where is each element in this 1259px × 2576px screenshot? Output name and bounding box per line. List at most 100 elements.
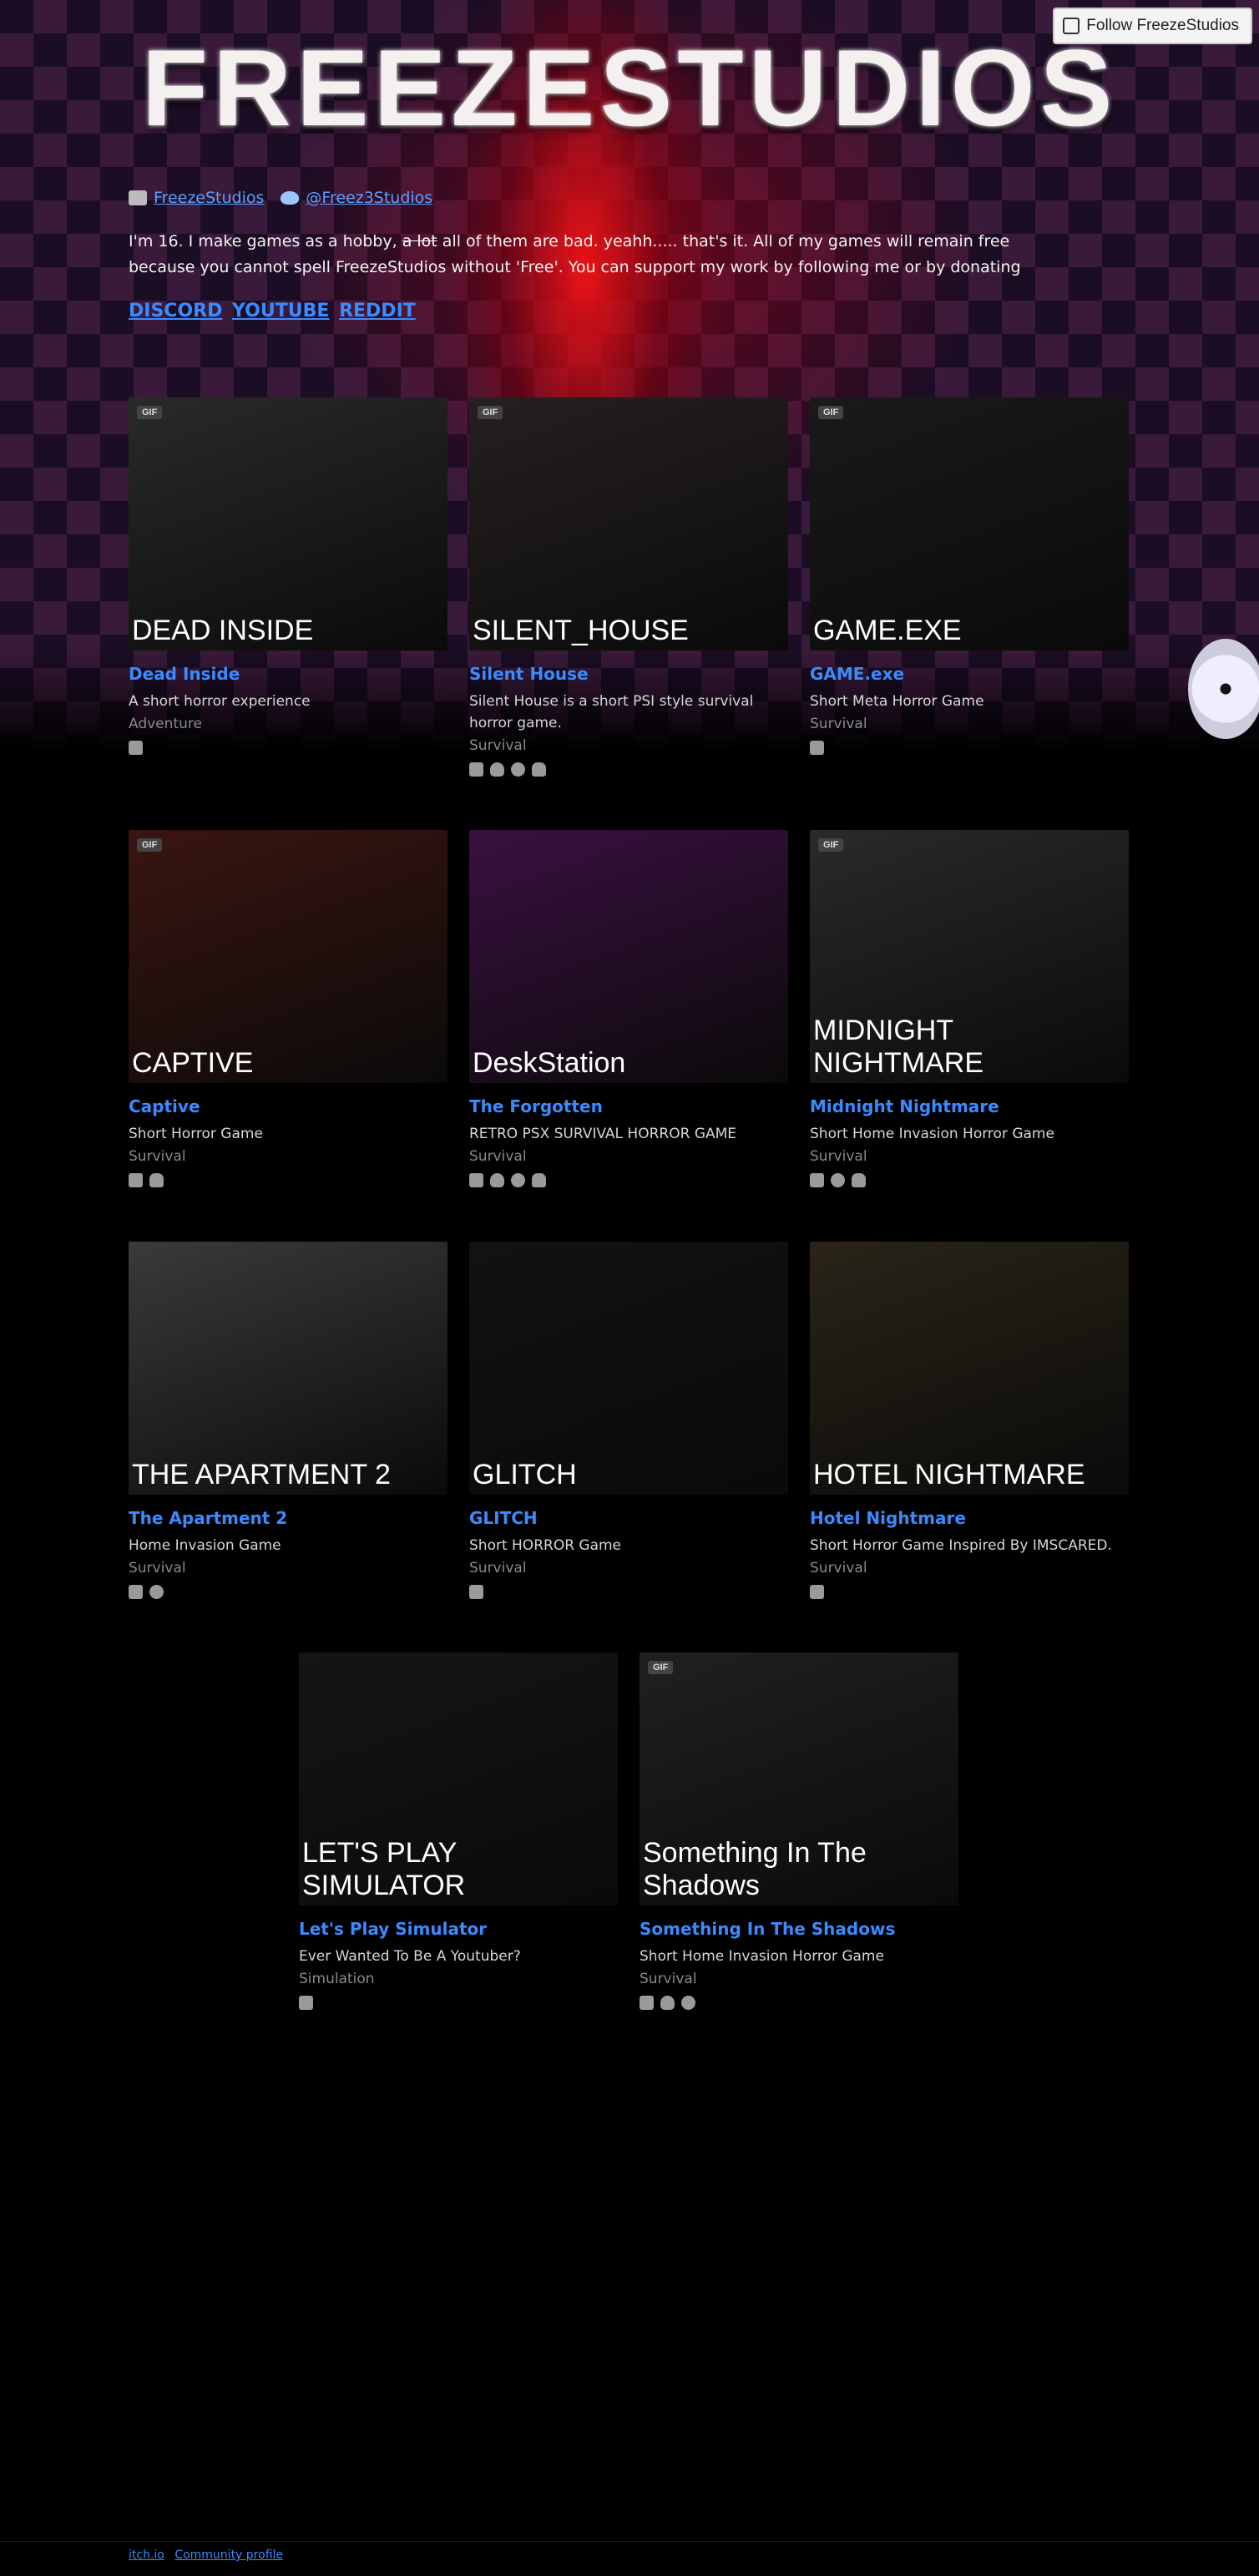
- thumbnail-title-art: GAME.EXE: [813, 615, 962, 646]
- bio-strike: a lot: [402, 232, 437, 251]
- game-thumbnail[interactable]: GLITCH: [469, 1242, 788, 1495]
- game-title-link[interactable]: Silent House: [469, 664, 788, 684]
- game-thumbnail[interactable]: GIF GAME.EXE: [810, 397, 1129, 650]
- game-card[interactable]: GIF DEAD INSIDE Dead Inside A short horror …: [129, 397, 447, 755]
- game-description: Short HORROR Game: [469, 1537, 622, 1554]
- game-title-link[interactable]: GLITCH: [469, 1508, 788, 1528]
- game-card[interactable]: GIF GAME.EXE GAME.exe Short Meta Horror Gam…: [810, 397, 1129, 755]
- platform-icons: [810, 1585, 1129, 1599]
- itch-link-label: FreezeStudios: [154, 189, 265, 207]
- windows-icon: [469, 1585, 483, 1599]
- game-genre: Adventure: [129, 716, 202, 732]
- platform-icons: [810, 1173, 1129, 1187]
- itch-profile-link[interactable]: FreezeStudios: [129, 189, 264, 207]
- game-description: Short Horror Game: [129, 1126, 263, 1142]
- windows-icon: [640, 1996, 654, 2010]
- game-description: Short Home Invasion Horror Game: [640, 1948, 884, 1965]
- gif-badge: GIF: [818, 838, 844, 852]
- game-thumbnail[interactable]: DeskStation: [469, 830, 788, 1083]
- banner-title: FREEZESTUDIOS: [141, 27, 1118, 149]
- game-description: Home Invasion Game: [129, 1537, 281, 1554]
- bio-part: I'm 16. I make games as a hobby,: [129, 232, 397, 251]
- game-thumbnail[interactable]: GIF CAPTIVE: [129, 830, 447, 1083]
- thumbnail-title-art: THE APARTMENT 2: [132, 1459, 391, 1490]
- twitter-icon: [281, 191, 300, 205]
- itch-footer-link[interactable]: itch.io: [129, 2548, 164, 2562]
- game-title-link[interactable]: Midnight Nightmare: [810, 1096, 1129, 1116]
- game-genre: Survival: [810, 1148, 867, 1165]
- game-title-link[interactable]: The Forgotten: [469, 1096, 788, 1116]
- windows-icon: [129, 1173, 143, 1187]
- game-genre: Survival: [129, 1560, 186, 1576]
- game-description: Short Horror Game Inspired By IMSCARED.: [810, 1537, 1112, 1554]
- linux-icon: [490, 762, 504, 777]
- thumbnail-title-art: Something In The Shadows: [643, 1837, 867, 1901]
- thumbnail-title-art: DEAD INSIDE: [132, 615, 314, 646]
- game-title-link[interactable]: Captive: [129, 1096, 447, 1116]
- site-links: DISCORD YOUTUBE REDDIT: [129, 301, 1130, 321]
- android-icon: [852, 1173, 866, 1187]
- game-genre: Simulation: [299, 1971, 375, 1987]
- windows-icon: [129, 741, 143, 755]
- mac-icon: [831, 1173, 845, 1187]
- discord-link[interactable]: DISCORD: [129, 301, 222, 321]
- game-card[interactable]: DeskStation The Forgotten RETRO PSX SURVIV…: [469, 830, 788, 1187]
- platform-icons: [299, 1996, 618, 2010]
- thumbnail-title-art: CAPTIVE: [132, 1047, 254, 1079]
- game-card[interactable]: GIF MIDNIGHT NIGHTMARE Midnight Nightmare S…: [810, 830, 1129, 1187]
- game-card[interactable]: THE APARTMENT 2 The Apartment 2 Home Invas…: [129, 1242, 447, 1599]
- community-profile-link[interactable]: Community profile: [174, 2548, 283, 2562]
- game-title-link[interactable]: Hotel Nightmare: [810, 1508, 1129, 1528]
- reddit-link[interactable]: REDDIT: [339, 301, 416, 321]
- gif-badge: GIF: [137, 406, 163, 419]
- game-description: Short Meta Horror Game: [810, 693, 984, 710]
- game-title-link[interactable]: Let's Play Simulator: [299, 1919, 618, 1939]
- game-title-link[interactable]: The Apartment 2: [129, 1508, 447, 1528]
- game-thumbnail[interactable]: LET'S PLAY SIMULATOR: [299, 1652, 618, 1905]
- twitter-link-label: @Freez3Studios: [306, 189, 433, 207]
- mac-icon: [511, 1173, 525, 1187]
- game-description: Short Home Invasion Horror Game: [810, 1126, 1054, 1142]
- gif-badge: GIF: [818, 406, 844, 419]
- game-description: A short horror experience: [129, 693, 311, 710]
- game-thumbnail[interactable]: GIF MIDNIGHT NIGHTMARE: [810, 830, 1129, 1083]
- mac-icon: [511, 762, 525, 777]
- game-title-link[interactable]: Something In The Shadows: [640, 1919, 958, 1939]
- game-card[interactable]: LET'S PLAY SIMULATOR Let's Play Simulator…: [299, 1652, 618, 2010]
- game-description: Silent House is a short PSI style surviv…: [469, 693, 754, 731]
- game-thumbnail[interactable]: THE APARTMENT 2: [129, 1242, 447, 1495]
- profile-links: FreezeStudios @Freez3Studios: [129, 189, 1130, 207]
- platform-icons: [810, 741, 1129, 755]
- platform-icons: [469, 762, 788, 777]
- game-description: Ever Wanted To Be A Youtuber?: [299, 1948, 521, 1965]
- windows-icon: [469, 762, 483, 777]
- game-card[interactable]: GIF SILENT_HOUSE Silent House Silent House …: [469, 397, 788, 777]
- game-genre: Survival: [129, 1148, 186, 1165]
- thumbnail-title-art: MIDNIGHT NIGHTMARE: [813, 1015, 983, 1079]
- game-thumbnail[interactable]: HOTEL NIGHTMARE: [810, 1242, 1129, 1495]
- thumbnail-title-art: LET'S PLAY SIMULATOR: [302, 1837, 466, 1901]
- youtube-link[interactable]: YOUTUBE: [232, 301, 329, 321]
- game-thumbnail[interactable]: GIF DEAD INSIDE: [129, 397, 447, 650]
- game-card[interactable]: GIF Something In The Shadows Something In …: [640, 1652, 958, 2010]
- game-card[interactable]: HOTEL NIGHTMARE Hotel Nightmare Short Horr…: [810, 1242, 1129, 1599]
- gif-badge: GIF: [478, 406, 503, 419]
- twitter-link[interactable]: @Freez3Studios: [281, 189, 432, 207]
- game-genre: Survival: [469, 1560, 527, 1576]
- game-title-link[interactable]: Dead Inside: [129, 664, 447, 684]
- platform-icons: [469, 1173, 788, 1187]
- game-genre: Survival: [640, 1971, 697, 1987]
- game-description: RETRO PSX SURVIVAL HORROR GAME: [469, 1126, 737, 1142]
- platform-icons: [640, 1996, 958, 2010]
- footer: itch.io Community profile: [0, 2541, 1259, 2568]
- android-icon: [149, 1173, 164, 1187]
- thumbnail-title-art: SILENT_HOUSE: [473, 615, 689, 646]
- game-card[interactable]: GIF CAPTIVE Captive Short Horror Game Surviv…: [129, 830, 447, 1187]
- game-card[interactable]: GLITCH GLITCH Short HORROR Game Survival: [469, 1242, 788, 1599]
- game-title-link[interactable]: GAME.exe: [810, 664, 1129, 684]
- thumbnail-title-art: HOTEL NIGHTMARE: [813, 1459, 1085, 1490]
- game-thumbnail[interactable]: GIF SILENT_HOUSE: [469, 397, 788, 650]
- game-thumbnail[interactable]: GIF Something In The Shadows: [640, 1652, 958, 1905]
- game-genre: Survival: [469, 1148, 527, 1165]
- bio-text: I'm 16. I make games as a hobby, a lot a…: [129, 229, 1072, 281]
